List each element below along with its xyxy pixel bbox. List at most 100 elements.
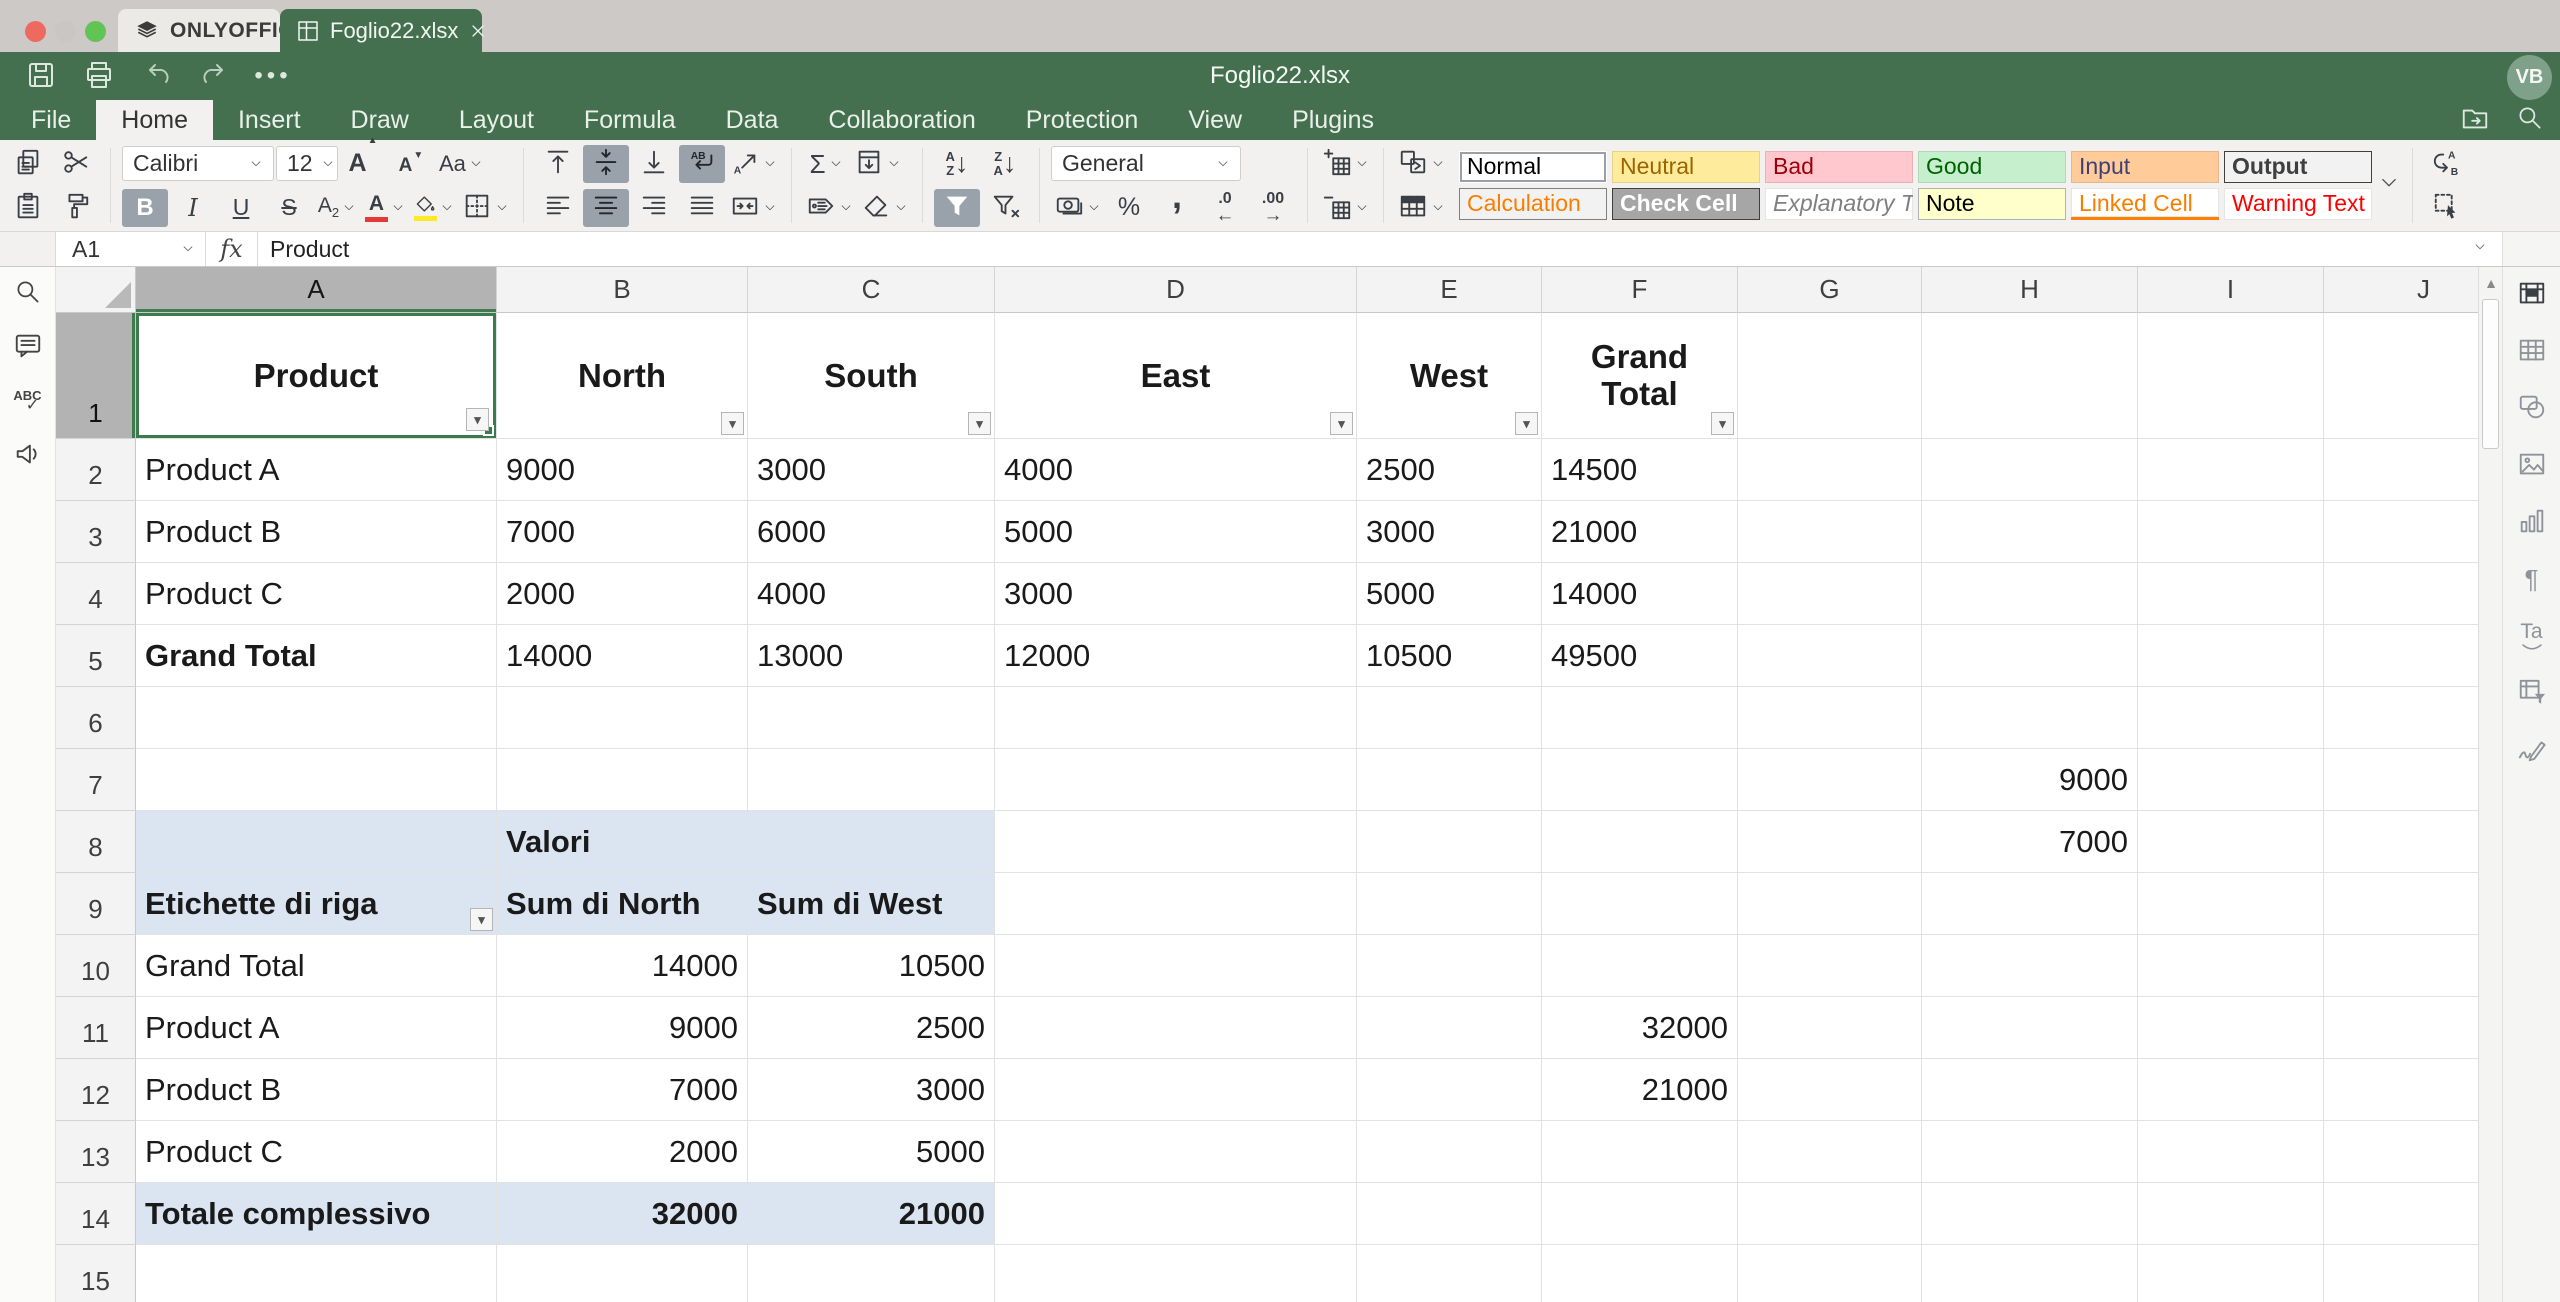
cell-style-calculation[interactable]: Calculation — [1459, 188, 1607, 220]
cell-B8[interactable]: Valori — [497, 811, 748, 873]
cell-D14[interactable] — [995, 1183, 1357, 1245]
number-format-select[interactable]: General — [1051, 146, 1241, 181]
cell-J2[interactable] — [2324, 439, 2478, 501]
autosum-button[interactable]: Σ — [803, 145, 849, 183]
cell-I14[interactable] — [2138, 1183, 2324, 1245]
autofilter-button-A1[interactable]: ▾ — [466, 408, 489, 431]
justify-button[interactable] — [679, 189, 725, 227]
cell-I3[interactable] — [2138, 501, 2324, 563]
column-header-D[interactable]: D — [995, 267, 1357, 313]
filter-button[interactable] — [934, 189, 980, 227]
cell-G3[interactable] — [1738, 501, 1922, 563]
cell-B5[interactable]: 14000 — [497, 625, 748, 687]
cell-I6[interactable] — [2138, 687, 2324, 749]
cell-I13[interactable] — [2138, 1121, 2324, 1183]
row-header-11[interactable]: 11 — [56, 997, 136, 1059]
cell-F12[interactable]: 21000 — [1542, 1059, 1738, 1121]
cell-E2[interactable]: 2500 — [1357, 439, 1542, 501]
cell-F10[interactable] — [1542, 935, 1738, 997]
paragraph-settings-button[interactable]: ¶ — [2510, 562, 2554, 596]
cell-style-note[interactable]: Note — [1918, 188, 2066, 220]
cell-style-warning-text[interactable]: Warning Text — [2224, 188, 2372, 220]
named-ranges-button[interactable] — [803, 189, 856, 227]
menu-tab-formula[interactable]: Formula — [559, 100, 701, 140]
cell-E1[interactable]: West▾ — [1357, 313, 1542, 439]
cell-D11[interactable] — [995, 997, 1357, 1059]
align-top-button[interactable] — [535, 145, 581, 183]
styles-gallery-expand-button[interactable] — [2372, 151, 2406, 221]
cell-A8[interactable] — [136, 811, 497, 873]
row-header-14[interactable]: 14 — [56, 1183, 136, 1245]
cell-B12[interactable]: 7000 — [497, 1059, 748, 1121]
accounting-style-button[interactable] — [1051, 189, 1104, 227]
cell-F9[interactable] — [1542, 873, 1738, 935]
cell-E8[interactable] — [1357, 811, 1542, 873]
scrollbar-thumb[interactable] — [2482, 299, 2499, 449]
pivot-table-settings-button[interactable] — [2510, 676, 2554, 710]
cell-G7[interactable] — [1738, 749, 1922, 811]
cell-C11[interactable]: 2500 — [748, 997, 995, 1059]
cell-C4[interactable]: 4000 — [748, 563, 995, 625]
autofilter-button-C1[interactable]: ▾ — [968, 412, 991, 435]
cell-A13[interactable]: Product C — [136, 1121, 497, 1183]
cell-F2[interactable]: 14500 — [1542, 439, 1738, 501]
cell-G13[interactable] — [1738, 1121, 1922, 1183]
cell-H2[interactable] — [1922, 439, 2138, 501]
menu-tab-data[interactable]: Data — [701, 100, 804, 140]
cell-F15[interactable] — [1542, 1245, 1738, 1302]
cell-D10[interactable] — [995, 935, 1357, 997]
cell-A6[interactable] — [136, 687, 497, 749]
cell-E5[interactable]: 10500 — [1357, 625, 1542, 687]
cell-B3[interactable]: 7000 — [497, 501, 748, 563]
cell-B2[interactable]: 9000 — [497, 439, 748, 501]
redo-button[interactable] — [186, 54, 244, 98]
cell-style-check-cell[interactable]: Check Cell — [1612, 188, 1760, 220]
orientation-button[interactable]: A — [727, 145, 780, 183]
underline-button[interactable]: U — [218, 189, 264, 227]
cell-F13[interactable] — [1542, 1121, 1738, 1183]
cell-B9[interactable]: Sum di North — [497, 873, 748, 935]
cell-D15[interactable] — [995, 1245, 1357, 1302]
column-header-F[interactable]: F — [1542, 267, 1738, 313]
borders-button[interactable] — [459, 189, 512, 227]
cell-E3[interactable]: 3000 — [1357, 501, 1542, 563]
cell-I15[interactable] — [2138, 1245, 2324, 1302]
cell-E10[interactable] — [1357, 935, 1542, 997]
sort-descending-button[interactable]: ZA↓ — [982, 145, 1028, 183]
cell-I5[interactable] — [2138, 625, 2324, 687]
menu-tab-plugins[interactable]: Plugins — [1267, 100, 1399, 140]
cell-H11[interactable] — [1922, 997, 2138, 1059]
cell-B11[interactable]: 9000 — [497, 997, 748, 1059]
cell-D12[interactable] — [995, 1059, 1357, 1121]
cell-H15[interactable] — [1922, 1245, 2138, 1302]
cell-D9[interactable] — [995, 873, 1357, 935]
cell-style-explanatory-text[interactable]: Explanatory Text — [1765, 188, 1913, 220]
cell-style-good[interactable]: Good — [1918, 151, 2066, 183]
italic-button[interactable]: I — [170, 189, 216, 227]
cell-A12[interactable]: Product B — [136, 1059, 497, 1121]
cell-J10[interactable] — [2324, 935, 2478, 997]
cell-E4[interactable]: 5000 — [1357, 563, 1542, 625]
window-close-button[interactable] — [25, 21, 46, 42]
row-header-3[interactable]: 3 — [56, 501, 136, 563]
align-middle-button[interactable] — [583, 145, 629, 183]
autofilter-button-A9[interactable]: ▾ — [470, 908, 493, 931]
cell-F6[interactable] — [1542, 687, 1738, 749]
decrease-font-button[interactable]: A▼ — [388, 145, 434, 183]
insert-function-button[interactable]: fx — [206, 232, 258, 266]
cell-style-neutral[interactable]: Neutral — [1612, 151, 1760, 183]
cell-A4[interactable]: Product C — [136, 563, 497, 625]
row-header-5[interactable]: 5 — [56, 625, 136, 687]
cell-I10[interactable] — [2138, 935, 2324, 997]
cell-B4[interactable]: 2000 — [497, 563, 748, 625]
shape-settings-button[interactable] — [2510, 391, 2554, 425]
cell-C9[interactable]: Sum di West — [748, 873, 995, 935]
cell-E7[interactable] — [1357, 749, 1542, 811]
wrap-text-button[interactable]: AB — [679, 145, 725, 183]
cell-D1[interactable]: East▾ — [995, 313, 1357, 439]
comma-style-button[interactable]: , — [1154, 189, 1200, 227]
cell-D8[interactable] — [995, 811, 1357, 873]
menu-tab-insert[interactable]: Insert — [213, 100, 326, 140]
cell-J11[interactable] — [2324, 997, 2478, 1059]
clear-filter-button[interactable] — [982, 189, 1028, 227]
